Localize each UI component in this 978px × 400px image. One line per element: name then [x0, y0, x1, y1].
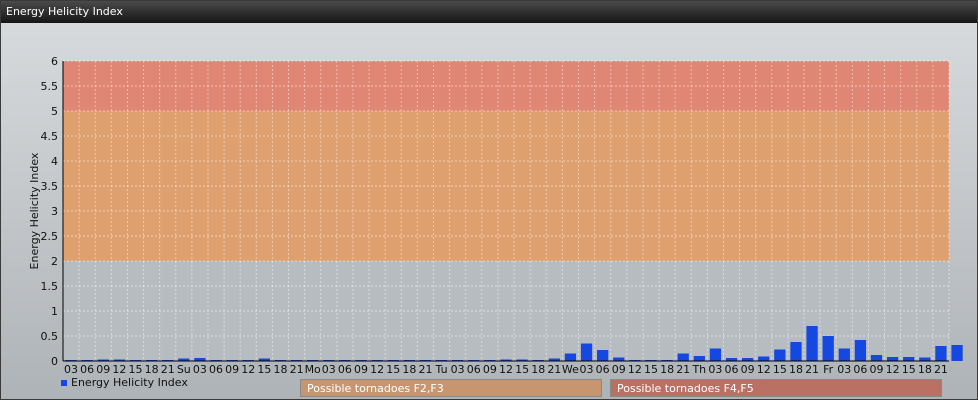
y-tick-label: 2.5: [41, 230, 59, 243]
band-label-f4f5: Possible tornadoes F4,F5: [610, 379, 942, 397]
x-tick-label: 21: [290, 363, 304, 375]
x-tick-label: 06: [467, 363, 481, 375]
legend-label: Energy Helicity Index: [71, 376, 188, 389]
y-tick-label: 6: [51, 55, 58, 68]
x-tick-label: 09: [225, 363, 239, 375]
x-tick-label: 09: [354, 363, 368, 375]
x-tick-label: 21: [418, 363, 432, 375]
x-tick-label: We: [562, 363, 579, 375]
x-tick-label: Th: [691, 363, 706, 375]
x-tick-label: 06: [209, 363, 223, 375]
band-label-f2f3: Possible tornadoes F2,F3: [300, 379, 602, 397]
x-tick-label: Fr: [823, 363, 834, 375]
y-tick-label: 4.5: [41, 130, 59, 143]
x-tick-label: 15: [902, 363, 916, 375]
ehi-bar: [919, 357, 931, 361]
ehi-bar: [822, 336, 834, 361]
ehi-bar: [935, 346, 947, 361]
y-tick-label: 0: [51, 355, 58, 368]
x-tick-label: 03: [193, 363, 207, 375]
x-tick-label: 03: [322, 363, 336, 375]
x-tick-label: 12: [112, 363, 126, 375]
x-tick-label: 15: [515, 363, 529, 375]
x-tick-label: 18: [660, 363, 674, 375]
y-tick-label: 1: [51, 305, 58, 318]
ehi-bar: [790, 342, 802, 361]
x-tick-label: 06: [338, 363, 352, 375]
x-tick-label: 09: [96, 363, 110, 375]
y-tick-label: 0.5: [41, 330, 59, 343]
x-tick-label: 06: [725, 363, 739, 375]
y-axis-label: Energy Helicity Index: [28, 152, 41, 269]
ehi-bar: [886, 357, 899, 361]
x-tick-label: Tu: [435, 363, 448, 375]
x-tick-label: 18: [145, 363, 159, 375]
y-tick-label: 5.5: [41, 80, 59, 93]
x-tick-label: 12: [370, 363, 384, 375]
ehi-bar: [709, 348, 722, 361]
x-tick-label: 12: [628, 363, 642, 375]
x-tick-label: 21: [934, 363, 948, 375]
x-tick-label: 03: [580, 363, 594, 375]
window-title: Energy Helicity Index: [1, 1, 977, 23]
ehi-bar: [870, 355, 883, 361]
ehi-bar: [838, 348, 850, 361]
ehi-bar: [774, 349, 786, 361]
ehi-bar: [597, 350, 609, 361]
x-tick-label: 03: [708, 363, 722, 375]
x-tick-label: 15: [644, 363, 658, 375]
x-tick-label: 03: [451, 363, 465, 375]
x-tick-label: Su: [177, 363, 191, 375]
y-tick-label: 1.5: [41, 280, 59, 293]
x-tick-label: 18: [402, 363, 416, 375]
x-tick-label: 09: [483, 363, 497, 375]
x-tick-label: 12: [757, 363, 771, 375]
x-tick-label: 18: [531, 363, 545, 375]
ehi-bar: [951, 345, 963, 361]
x-tick-label: 18: [789, 363, 803, 375]
x-tick-label: 21: [161, 363, 175, 375]
x-tick-label: 21: [676, 363, 690, 375]
ehi-bar: [854, 340, 867, 361]
ehi-bar: [806, 326, 818, 361]
x-tick-label: 15: [386, 363, 400, 375]
y-tick-label: 2: [51, 255, 58, 268]
x-tick-label: 09: [741, 363, 755, 375]
ehi-bar: [564, 353, 577, 361]
x-tick-label: 12: [499, 363, 513, 375]
x-tick-label: 12: [886, 363, 900, 375]
x-tick-label: 21: [547, 363, 561, 375]
x-tick-label: 06: [80, 363, 94, 375]
ehi-bar: [677, 353, 689, 361]
x-tick-label: 06: [596, 363, 610, 375]
x-tick-label: Mo: [305, 363, 321, 375]
x-tick-label: 15: [128, 363, 142, 375]
x-tick-label: 03: [64, 363, 78, 375]
x-tick-label: 03: [837, 363, 851, 375]
ehi-bar: [580, 343, 593, 361]
ehi-chart: 00.511.522.533.544.555.5603 06 09 12 15 18 21 S…: [28, 55, 963, 375]
y-tick-label: 4: [51, 155, 58, 168]
ehi-bar: [903, 357, 915, 361]
legend-swatch: [61, 379, 67, 386]
x-tick-label: 15: [773, 363, 787, 375]
x-tick-label: 15: [257, 363, 271, 375]
x-tick-label: 18: [918, 363, 932, 375]
x-tick-label: 09: [870, 363, 884, 375]
ehi-bar: [613, 357, 625, 361]
x-tick-label: 18: [273, 363, 287, 375]
x-tick-label: 06: [853, 363, 867, 375]
ehi-bar: [693, 356, 705, 361]
y-tick-label: 5: [51, 105, 58, 118]
y-tick-label: 3: [51, 205, 58, 218]
x-tick-label: 21: [805, 363, 819, 375]
x-tick-label: 09: [612, 363, 626, 375]
chart-legend: Energy Helicity Index: [61, 376, 188, 389]
chart-window: Energy Helicity Index 0 0.5 1 1.5 2 2.5 3 3.5 4 4…: [0, 0, 978, 400]
x-tick-label: 12: [241, 363, 255, 375]
ehi-bar: [758, 356, 770, 361]
y-tick-label: 3.5: [41, 180, 59, 193]
